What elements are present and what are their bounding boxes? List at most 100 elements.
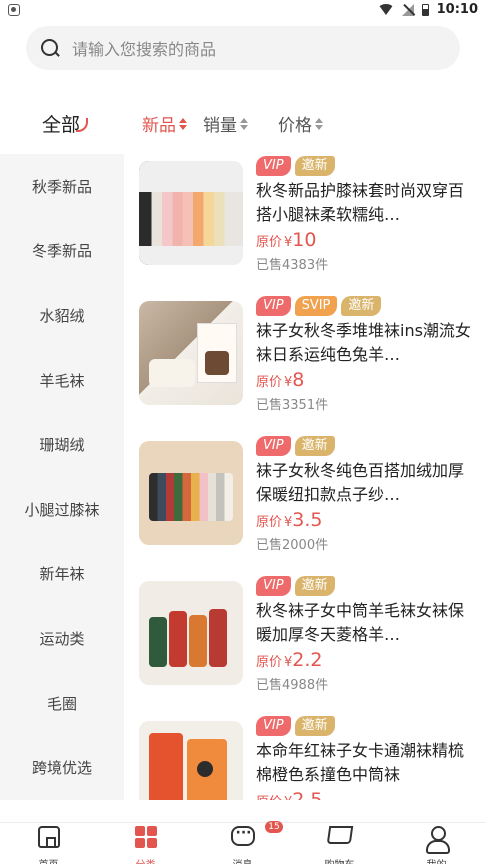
product-card[interactable]: VIP 邀新 秋冬新品护膝袜套时尚双穿百搭小腿袜柔软糯纯… 原价 ¥ 10 已售… xyxy=(138,156,478,273)
tab-mine[interactable]: 我的 xyxy=(388,823,485,864)
product-image xyxy=(139,441,243,545)
product-card[interactable]: VIP 邀新 本命年红袜子女卡通潮袜精梳棉橙色系撞色中筒袜 原价 ¥ 2.5 xyxy=(138,716,478,800)
product-image xyxy=(139,581,243,685)
sidebar-item[interactable]: 珊瑚绒 xyxy=(0,412,124,477)
product-image xyxy=(139,301,243,405)
vip-tag: VIP xyxy=(256,576,291,596)
sort-sales-button[interactable]: 销量 xyxy=(203,111,248,136)
price-label: 原价 xyxy=(256,655,283,670)
sort-arrows-icon xyxy=(315,117,323,130)
tag-list: VIP 邀新 xyxy=(256,576,478,596)
sidebar-item[interactable]: 秋季新品 xyxy=(0,154,124,219)
product-title: 秋冬新品护膝袜套时尚双穿百搭小腿袜柔软糯纯… xyxy=(256,181,465,224)
currency: ¥ xyxy=(284,795,292,800)
product-price: 原价 ¥ 2.2 xyxy=(256,649,478,671)
active-indicator xyxy=(76,118,88,132)
tab-label: 消息 xyxy=(194,856,291,864)
search-input[interactable]: 请输入您搜索的商品 xyxy=(72,36,216,60)
new-tag: 邀新 xyxy=(294,576,335,596)
tag-list: VIP 邀新 xyxy=(256,156,478,176)
vip-tag: VIP xyxy=(256,436,291,456)
category-sidebar: 秋季新品 冬季新品 水貂绒 羊毛袜 珊瑚绒 小腿过膝袜 新年袜 运动类 毛圈 跨… xyxy=(0,154,124,800)
home-icon xyxy=(37,826,60,848)
status-icons: 10:10 xyxy=(377,2,478,17)
currency: ¥ xyxy=(284,655,293,670)
battery-icon xyxy=(421,3,429,16)
clock: 10:10 xyxy=(436,2,478,17)
vip-tag: VIP xyxy=(256,296,291,316)
sidebar-item[interactable]: 羊毛袜 xyxy=(0,348,124,413)
product-title: 袜子女秋冬季堆堆袜ins潮流女袜日系运纯色兔羊… xyxy=(256,321,471,364)
sort-arrows-icon xyxy=(179,117,187,130)
vip-tag: VIP xyxy=(256,716,291,736)
product-image xyxy=(139,161,243,265)
product-image xyxy=(139,721,243,800)
message-icon xyxy=(230,825,255,846)
currency: ¥ xyxy=(284,375,293,390)
tab-home[interactable]: 首页 xyxy=(0,823,97,864)
sold-count: 已售4988件 xyxy=(256,678,329,693)
app-notification-icon xyxy=(8,4,20,16)
product-price: 原价 ¥ 2.5 xyxy=(256,789,478,800)
sidebar-item[interactable]: 新年袜 xyxy=(0,542,124,607)
product-price: 原价 ¥ 8 xyxy=(256,369,478,391)
sidebar-item[interactable]: 小腿过膝袜 xyxy=(0,477,124,542)
tab-cart[interactable]: 购物车 xyxy=(291,823,388,864)
tab-label: 分类 xyxy=(97,856,194,864)
product-price: 原价 ¥ 3.5 xyxy=(256,509,478,531)
sidebar-item[interactable]: 跨境优选 xyxy=(0,735,124,800)
tab-label: 首页 xyxy=(0,856,97,864)
price-value: 10 xyxy=(292,229,317,251)
sidebar-item[interactable]: 毛圈 xyxy=(0,671,124,736)
product-price: 原价 ¥ 10 xyxy=(256,229,478,251)
price-value: 8 xyxy=(292,369,305,391)
tag-list: VIP 邀新 xyxy=(256,436,478,456)
sort-arrows-icon xyxy=(240,117,248,130)
tag-list: VIP 邀新 xyxy=(256,716,478,736)
sold-count: 已售3351件 xyxy=(256,398,329,413)
price-label: 原价 xyxy=(256,235,283,250)
user-icon xyxy=(425,826,450,854)
sidebar-item[interactable]: 水貂绒 xyxy=(0,283,124,348)
new-tag: 邀新 xyxy=(341,296,382,316)
product-title: 秋冬袜子女中筒羊毛袜女袜保暖加厚冬天菱格羊… xyxy=(256,601,465,644)
sort-sales-label: 销量 xyxy=(203,116,237,136)
sort-price-button[interactable]: 价格 xyxy=(278,111,323,136)
tab-category[interactable]: 分类 xyxy=(97,823,194,864)
category-all-tab[interactable]: 全部 xyxy=(42,110,80,137)
currency: ¥ xyxy=(284,235,293,250)
product-list: VIP 邀新 秋冬新品护膝袜套时尚双穿百搭小腿袜柔软糯纯… 原价 ¥ 10 已售… xyxy=(138,154,478,800)
cart-icon xyxy=(326,826,353,844)
wifi-icon xyxy=(377,4,394,15)
currency: ¥ xyxy=(284,515,293,530)
product-card[interactable]: VIP 邀新 秋冬袜子女中筒羊毛袜女袜保暖加厚冬天菱格羊… 原价 ¥ 2.2 已… xyxy=(138,576,478,693)
new-tag: 邀新 xyxy=(294,716,335,736)
search-bar[interactable]: 请输入您搜索的商品 xyxy=(26,26,460,70)
new-tag: 邀新 xyxy=(294,436,335,456)
status-bar: 10:10 xyxy=(0,0,486,22)
search-icon xyxy=(40,38,60,58)
vip-tag: VIP xyxy=(256,156,291,176)
product-title: 本命年红袜子女卡通潮袜精梳棉橙色系撞色中筒袜 xyxy=(256,741,465,784)
new-tag: 邀新 xyxy=(294,156,335,176)
product-card[interactable]: VIP 邀新 袜子女秋冬纯色百搭加绒加厚保暖纽扣款点子纱… 原价 ¥ 3.5 已… xyxy=(138,436,478,553)
product-title: 袜子女秋冬纯色百搭加绒加厚保暖纽扣款点子纱… xyxy=(256,461,465,504)
sort-new-button[interactable]: 新品 xyxy=(142,111,187,136)
svip-tag: SVIP xyxy=(294,296,338,316)
bottom-tab-bar: 首页 分类 消息 购物车 我的 15 xyxy=(0,821,486,864)
price-label: 原价 xyxy=(256,791,282,800)
message-badge: 15 xyxy=(265,821,283,833)
signal-icon xyxy=(401,3,414,16)
sort-price-label: 价格 xyxy=(278,116,312,136)
price-label: 原价 xyxy=(256,515,283,530)
tag-list: VIP SVIP 邀新 xyxy=(256,296,478,316)
sidebar-item[interactable]: 运动类 xyxy=(0,606,124,671)
product-card[interactable]: VIP SVIP 邀新 袜子女秋冬季堆堆袜ins潮流女袜日系运纯色兔羊… 原价 … xyxy=(138,296,478,413)
price-value: 3.5 xyxy=(292,509,323,531)
tab-label: 购物车 xyxy=(291,856,388,864)
sold-count: 已售2000件 xyxy=(256,538,329,553)
price-value: 2.5 xyxy=(292,789,323,800)
price-label: 原价 xyxy=(256,375,283,390)
sidebar-item[interactable]: 冬季新品 xyxy=(0,219,124,284)
sold-count: 已售4383件 xyxy=(256,258,329,273)
